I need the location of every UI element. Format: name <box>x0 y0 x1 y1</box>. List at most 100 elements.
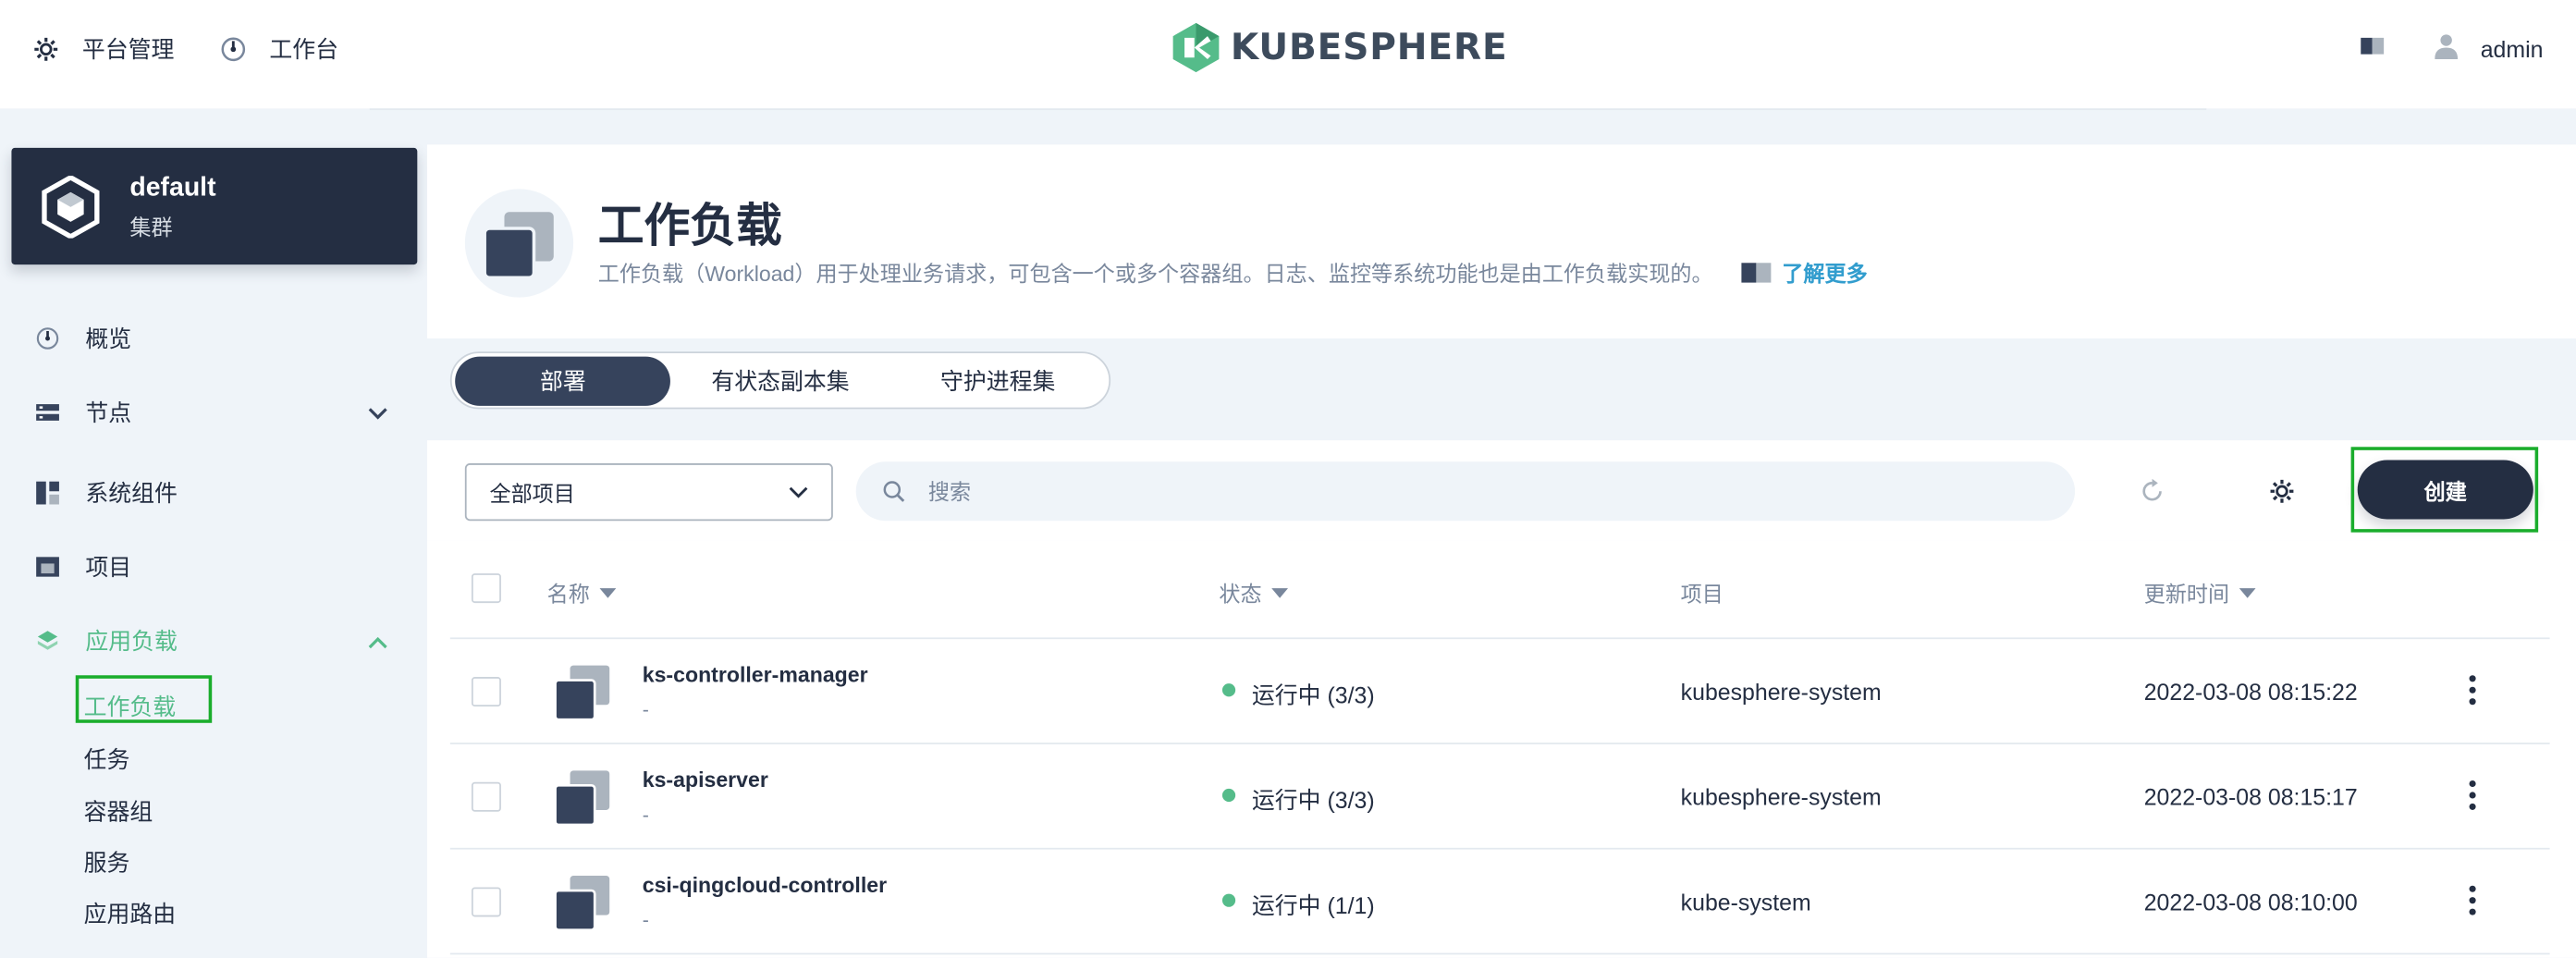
highlight-box <box>2350 447 2539 533</box>
header-divider <box>369 108 2207 111</box>
workload-icon <box>554 876 610 932</box>
kubesphere-logo[interactable]: KUBESPHERE <box>1171 21 1508 74</box>
sidebar-subitem-jobs[interactable]: 任务 <box>84 743 130 776</box>
dashboard-icon <box>220 36 246 62</box>
search-icon <box>883 481 905 502</box>
row-checkbox[interactable] <box>471 781 501 812</box>
workload-table: 名称 状态 项目 更新时间 ks-controller-manager - 运行… <box>426 540 2576 958</box>
more-actions-icon[interactable] <box>2468 780 2478 810</box>
workload-name-link[interactable]: csi-qingcloud-controller <box>643 872 887 897</box>
server-icon <box>36 404 59 421</box>
project-cell: kubesphere-system <box>1680 783 1882 810</box>
dashboard-icon <box>36 327 59 350</box>
sidebar-item-label: 概览 <box>85 325 132 352</box>
cluster-type: 集群 <box>129 215 173 240</box>
docs-book-icon[interactable] <box>2359 34 2385 62</box>
page-description: 工作负载（Workload）用于处理业务请求，可包含一个或多个容器组。日志、监控… <box>598 256 1868 288</box>
column-header-label: 更新时间 <box>2143 581 2230 607</box>
sidebar-item-system-components[interactable]: 系统组件 <box>36 476 178 510</box>
sidebar-item-label: 系统组件 <box>85 479 178 507</box>
cluster-card[interactable]: default 集群 <box>11 147 418 265</box>
workload-description: - <box>642 698 649 722</box>
app-root: 平台管理 工作台 KUBESPHERE admin default 集群 概览 … <box>0 0 2576 958</box>
sidebar-subitem-pods[interactable]: 容器组 <box>84 795 153 829</box>
tab-statefulsets[interactable]: 有状态副本集 <box>671 356 890 405</box>
gear-icon[interactable] <box>2269 478 2295 504</box>
column-header-label: 名称 <box>546 581 590 607</box>
gear-icon <box>33 36 59 62</box>
page-description-text: 工作负载（Workload）用于处理业务请求，可包含一个或多个容器组。日志、监控… <box>597 261 1713 287</box>
status-text: 运行中 (3/3) <box>1251 682 1375 708</box>
row-checkbox[interactable] <box>471 677 501 707</box>
kubesphere-logo-icon <box>1172 22 1220 73</box>
workload-name-link[interactable]: ks-controller-manager <box>643 662 868 687</box>
tabs-container: 部署 有状态副本集 守护进程集 <box>426 338 2576 424</box>
more-actions-icon[interactable] <box>2468 885 2478 915</box>
learn-more-label: 了解更多 <box>1782 261 1868 287</box>
status-dot <box>1221 788 1236 803</box>
components-icon <box>36 481 59 505</box>
workload-name-link[interactable]: ks-apiserver <box>643 768 768 792</box>
project-cell: kubesphere-system <box>1680 678 1882 706</box>
tab-daemonsets[interactable]: 守护进程集 <box>889 356 1105 405</box>
search-bar[interactable] <box>855 461 2076 522</box>
workbench-menu[interactable]: 工作台 <box>220 33 338 67</box>
refresh-icon[interactable] <box>2139 478 2165 504</box>
updated-time-cell: 2022-03-08 08:15:22 <box>2143 678 2358 706</box>
sidebar-subitem-ingress[interactable]: 应用路由 <box>84 897 177 930</box>
cluster-name: default <box>129 174 216 203</box>
chevron-up-icon[interactable] <box>368 636 387 649</box>
status-text: 运行中 (3/3) <box>1251 787 1375 814</box>
tab-deployments[interactable]: 部署 <box>455 355 671 405</box>
sort-caret-icon <box>2239 587 2256 597</box>
column-header-project: 项目 <box>1681 577 1723 608</box>
project-cell: kube-system <box>1680 889 1811 915</box>
workbench-label: 工作台 <box>269 36 339 63</box>
column-header-status[interactable]: 状态 <box>1219 577 1289 608</box>
workload-icon <box>554 770 610 827</box>
project-select-value: 全部项目 <box>489 481 575 507</box>
search-input[interactable] <box>927 478 1914 504</box>
table-row[interactable]: csi-qingcloud-controller - 运行中 (1/1) kub… <box>449 850 2550 955</box>
sort-caret-icon <box>599 587 617 597</box>
user-menu[interactable]: admin <box>2434 33 2544 65</box>
sidebar-item-nodes[interactable]: 节点 <box>36 396 131 429</box>
sidebar-item-overview[interactable]: 概览 <box>36 322 131 355</box>
status-text: 运行中 (1/1) <box>1251 891 1375 919</box>
column-header-label: 项目 <box>1680 581 1723 607</box>
user-name: admin <box>2480 35 2544 62</box>
workload-description: - <box>642 908 649 932</box>
sidebar-subitem-services[interactable]: 服务 <box>84 846 130 879</box>
table-row[interactable]: ks-controller-manager - 运行中 (3/3) kubesp… <box>449 639 2550 744</box>
sidebar-item-label: 节点 <box>85 399 132 426</box>
status-cell: 运行中 (3/3) <box>1221 679 1375 712</box>
logo-text: KUBESPHERE <box>1230 27 1508 68</box>
status-cell: 运行中 (3/3) <box>1221 784 1375 817</box>
chevron-down-icon[interactable] <box>368 408 387 421</box>
workload-icon <box>554 665 610 721</box>
select-all-checkbox[interactable] <box>471 573 501 604</box>
workload-tabs: 部署 有状态副本集 守护进程集 <box>449 351 1111 410</box>
project-select[interactable]: 全部项目 <box>464 463 833 522</box>
sidebar-item-projects[interactable]: 项目 <box>36 550 131 583</box>
table-row[interactable]: ks-apiserver - 运行中 (3/3) kubesphere-syst… <box>449 744 2550 850</box>
more-actions-icon[interactable] <box>2468 675 2478 706</box>
highlight-box <box>75 675 213 723</box>
status-dot <box>1221 893 1236 907</box>
status-cell: 运行中 (1/1) <box>1221 889 1375 922</box>
workload-description: - <box>642 803 649 827</box>
column-header-updated[interactable]: 更新时间 <box>2144 577 2256 608</box>
top-nav-left: 平台管理 工作台 <box>33 33 368 67</box>
status-dot <box>1221 683 1236 697</box>
row-checkbox[interactable] <box>471 887 501 917</box>
platform-menu[interactable]: 平台管理 <box>33 33 175 67</box>
book-icon <box>1740 262 1771 282</box>
sort-caret-icon <box>1271 587 1289 597</box>
column-header-name[interactable]: 名称 <box>547 577 617 608</box>
column-header-label: 状态 <box>1219 581 1262 607</box>
learn-more-link[interactable]: 了解更多 <box>1739 256 1868 288</box>
updated-time-cell: 2022-03-08 08:10:00 <box>2143 889 2358 915</box>
chevron-down-icon <box>789 485 808 497</box>
sidebar-item-label: 应用负载 <box>85 627 178 655</box>
sidebar-item-app-workloads[interactable]: 应用负载 <box>36 624 178 657</box>
